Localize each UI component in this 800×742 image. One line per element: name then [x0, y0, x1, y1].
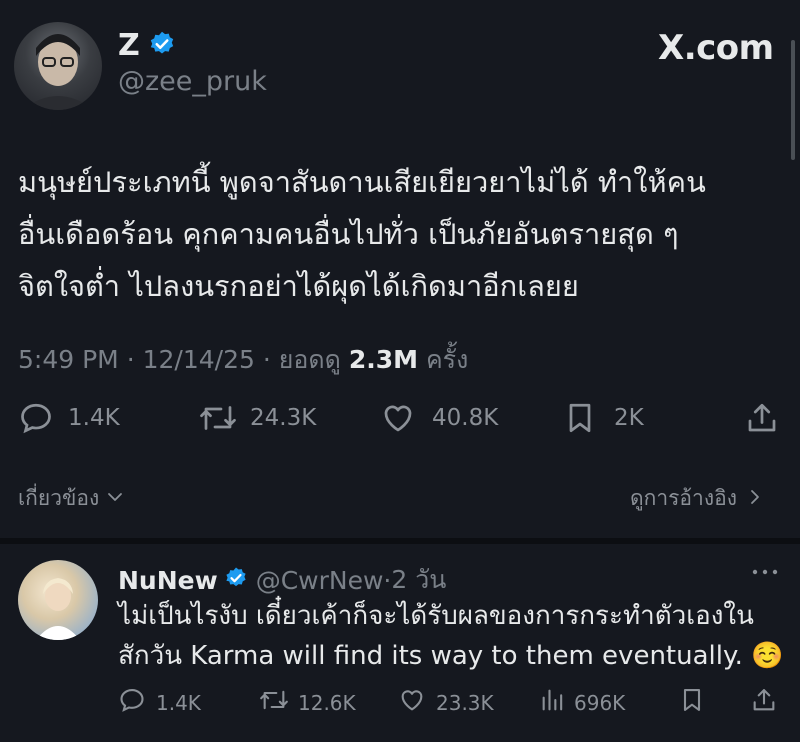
share-button[interactable] — [744, 400, 780, 436]
chevron-down-icon — [105, 487, 125, 511]
analytics-icon — [540, 686, 566, 719]
reply-icon — [18, 400, 54, 436]
share-icon — [750, 686, 778, 719]
reply-repost-count: 12.6K — [298, 690, 356, 715]
views-label: ยอดดู — [278, 345, 341, 374]
author-avatar[interactable] — [14, 22, 102, 110]
reply-share-button[interactable] — [750, 686, 778, 719]
reply-button[interactable]: 1.4K — [18, 400, 120, 436]
post-time[interactable]: 5:49 PM — [18, 345, 119, 374]
share-icon — [744, 400, 780, 436]
views-count: 2.3M — [348, 345, 418, 374]
reply-like-button[interactable]: 23.3K — [398, 686, 494, 719]
bookmark-icon — [562, 400, 598, 436]
meta-separator: · — [262, 345, 279, 374]
reply-bookmark-button[interactable] — [678, 686, 706, 719]
reply-age[interactable]: 2 วัน — [391, 560, 446, 600]
repost-icon — [198, 400, 238, 436]
reply-reply-count: 1.4K — [156, 690, 201, 715]
reply-like-count: 23.3K — [436, 690, 494, 715]
avatar-image — [22, 34, 94, 110]
verified-badge-icon — [224, 566, 248, 594]
reply-author-handle[interactable]: @CwrNew — [256, 566, 384, 595]
post-date[interactable]: 12/14/25 — [143, 345, 255, 374]
reply-line: สักวัน Karma will find its way to them e… — [118, 641, 784, 671]
post-line: จิตใจต่ำ ไปลงนรกอย่าได้ผุดได้เกิดมาอีกเล… — [18, 269, 579, 303]
post-line: อื่นเดือดร้อน คุกคามคนอื่นไปทั่ว เป็นภัย… — [18, 217, 679, 251]
post-meta: 5:49 PM · 12/14/25 · ยอดดู 2.3M ครั้ง — [18, 340, 468, 380]
reply-icon — [118, 686, 146, 719]
bookmark-count: 2K — [614, 405, 644, 431]
view-quotes-label: ดูการอ้างอิง — [630, 486, 737, 510]
bookmark-button[interactable]: 2K — [562, 400, 644, 436]
related-toggle[interactable]: เกี่ยวข้อง — [18, 482, 125, 515]
reply-count: 1.4K — [68, 405, 120, 431]
section-divider — [0, 538, 800, 544]
author-name-row: Z — [118, 28, 176, 63]
bookmark-icon — [678, 686, 706, 719]
meta-separator: · — [126, 345, 143, 374]
more-options-icon[interactable] — [750, 562, 780, 586]
chevron-right-icon — [747, 487, 763, 511]
reply-author-name[interactable]: NuNew — [118, 566, 218, 595]
heart-icon — [380, 400, 416, 436]
repost-count: 24.3K — [250, 405, 317, 431]
reply-views-button[interactable]: 696K — [540, 686, 625, 719]
heart-icon — [398, 686, 426, 719]
author-name[interactable]: Z — [118, 28, 140, 63]
reply-repost-button[interactable]: 12.6K — [258, 686, 356, 719]
related-label: เกี่ยวข้อง — [18, 486, 100, 510]
repost-icon — [258, 686, 290, 719]
views-suffix: ครั้ง — [425, 345, 469, 374]
brand-label: X.com — [658, 28, 774, 68]
scrollbar[interactable] — [791, 40, 795, 160]
reply-reply-button[interactable]: 1.4K — [118, 686, 201, 719]
reply-body: ไม่เป็นไรงับ เดี๋ยวเค้าก็จะได้รับผลของกา… — [118, 596, 784, 676]
verified-badge-icon — [148, 30, 176, 62]
reply-line: ไม่เป็นไรงับ เดี๋ยวเค้าก็จะได้รับผลของกา… — [118, 601, 754, 631]
reply-avatar-image — [36, 578, 80, 640]
meta-separator: · — [383, 565, 392, 595]
post-line: มนุษย์ประเภทนี้ พูดจาสันดานเสียเยียวยาไม… — [18, 165, 706, 199]
reply-views-count: 696K — [574, 690, 626, 715]
author-handle[interactable]: @zee_pruk — [118, 66, 267, 97]
post-body: มนุษย์ประเภทนี้ พูดจาสันดานเสียเยียวยาไม… — [18, 156, 778, 312]
reply-header: NuNew @CwrNew · 2 วัน — [118, 560, 446, 600]
like-button[interactable]: 40.8K — [380, 400, 498, 436]
reply-author-avatar[interactable] — [18, 560, 98, 640]
repost-button[interactable]: 24.3K — [198, 400, 316, 436]
like-count: 40.8K — [432, 405, 499, 431]
view-quotes-link[interactable]: ดูการอ้างอิง — [630, 482, 763, 515]
